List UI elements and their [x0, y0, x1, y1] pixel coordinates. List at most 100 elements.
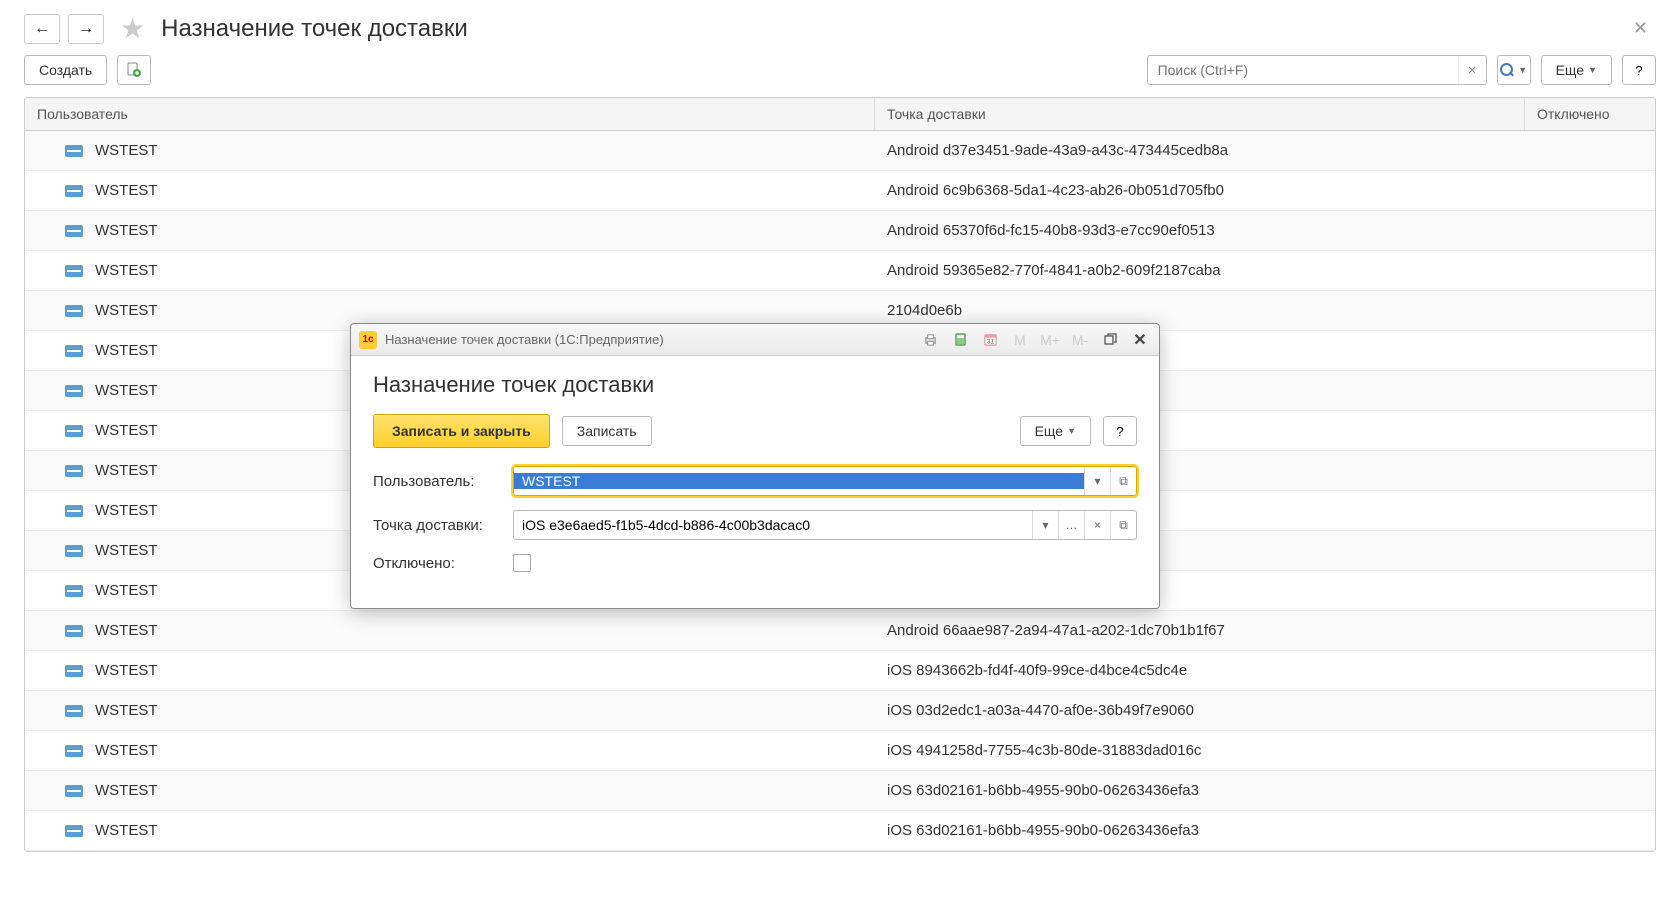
cell-point: Android 59365e82-770f-4841-a0b2-609f2187… [875, 262, 1525, 279]
user-field-label: Пользователь: [373, 473, 513, 490]
favorite-star-icon[interactable]: ★ [120, 12, 145, 45]
document-plus-icon [126, 62, 142, 78]
toolbar: Создать × ▼ Еще ▼ ? [0, 53, 1680, 97]
table-row[interactable]: WSTESTAndroid 65370f6d-fc15-40b8-93d3-e7… [25, 211, 1655, 251]
m-button[interactable]: M [1009, 329, 1031, 351]
record-icon [65, 785, 83, 797]
search-input[interactable] [1148, 62, 1458, 78]
cell-user: WSTEST [95, 542, 158, 559]
record-icon [65, 465, 83, 477]
cell-point: iOS 63d02161-b6bb-4955-90b0-06263436efa3 [875, 822, 1525, 839]
cell-user: WSTEST [95, 382, 158, 399]
chevron-down-icon: ▼ [1067, 426, 1076, 436]
record-icon [65, 305, 83, 317]
column-off[interactable]: Отключено [1525, 98, 1655, 130]
cell-user: WSTEST [95, 342, 158, 359]
cell-user: WSTEST [95, 462, 158, 479]
record-icon [65, 705, 83, 717]
table-row[interactable]: WSTESTAndroid 6c9b6368-5da1-4c23-ab26-0b… [25, 171, 1655, 211]
column-point[interactable]: Точка доставки [875, 98, 1525, 130]
disabled-checkbox[interactable] [513, 554, 531, 572]
more-button[interactable]: Еще ▼ [1541, 55, 1612, 85]
dropdown-icon[interactable]: ▾ [1084, 467, 1110, 495]
cell-user: WSTEST [95, 142, 158, 159]
m-minus-button[interactable]: M- [1069, 329, 1091, 351]
back-button[interactable]: ← [24, 14, 60, 44]
cell-point: 2104d0e6b [875, 302, 1525, 319]
open-icon[interactable]: ⧉ [1110, 511, 1136, 539]
table-row[interactable]: WSTEST iOS 03d2edc1-a03a-4470-af0e-36b49f… [25, 691, 1655, 731]
record-icon [65, 225, 83, 237]
app-1c-icon: 1c [359, 331, 377, 349]
cell-point: Android 66aae987-2a94-47a1-a202-1dc70b1b… [875, 622, 1525, 639]
search-icon [1500, 63, 1514, 77]
create-button[interactable]: Создать [24, 55, 107, 85]
point-field[interactable]: ▾ … × ⧉ [513, 510, 1137, 540]
cell-point: Android d37e3451-9ade-43a9-a43c-473445ce… [875, 142, 1525, 159]
dialog-help-button[interactable]: ? [1103, 416, 1137, 446]
record-icon [65, 825, 83, 837]
record-icon [65, 145, 83, 157]
cell-user: WSTEST [95, 262, 158, 279]
save-and-close-button[interactable]: Записать и закрыть [373, 414, 550, 448]
user-input[interactable] [514, 473, 1084, 489]
window-restore-icon[interactable] [1099, 329, 1121, 351]
search-clear-icon[interactable]: × [1458, 56, 1486, 84]
dialog-window-title: Назначение точек доставки (1С:Предприяти… [385, 332, 664, 347]
cell-user: WSTEST [95, 702, 158, 719]
user-field[interactable]: ▾ ⧉ [513, 466, 1137, 496]
cell-point: iOS 03d2edc1-a03a-4470-af0e-36b49f7e9060 [875, 702, 1525, 719]
table-row[interactable]: WSTEST iOS 4941258d-7755-4c3b-80de-31883d… [25, 731, 1655, 771]
help-button[interactable]: ? [1622, 55, 1656, 85]
table-header: Пользователь Точка доставки Отключено [25, 98, 1655, 131]
dialog-toolbar: Записать и закрыть Записать Еще ▼ ? [373, 414, 1137, 448]
table-row[interactable]: WSTEST Android d37e3451-9ade-43a9-a43c-47… [25, 131, 1655, 171]
dialog-close-icon[interactable]: ✕ [1129, 329, 1151, 351]
print-icon[interactable] [919, 329, 941, 351]
m-plus-button[interactable]: M+ [1039, 329, 1061, 351]
record-icon [65, 545, 83, 557]
table-row[interactable]: WSTEST iOS 63d02161-b6bb-4955-90b0-062634… [25, 811, 1655, 851]
record-icon [65, 425, 83, 437]
cell-point: iOS 4941258d-7755-4c3b-80de-31883dad016c [875, 742, 1525, 759]
table-row[interactable]: WSTESTiOS 8943662b-fd4f-40f9-99ce-d4bce4… [25, 651, 1655, 691]
cell-user: WSTEST [95, 742, 158, 759]
column-user[interactable]: Пользователь [25, 98, 875, 130]
record-icon [65, 385, 83, 397]
clear-icon[interactable]: × [1084, 511, 1110, 539]
ellipsis-icon[interactable]: … [1058, 511, 1084, 539]
search-field[interactable]: × [1147, 55, 1487, 85]
cell-point: Android 6c9b6368-5da1-4c23-ab26-0b051d70… [875, 182, 1525, 199]
calendar-icon[interactable]: 31 [979, 329, 1001, 351]
cell-user: WSTEST [95, 582, 158, 599]
search-dropdown-button[interactable]: ▼ [1497, 55, 1531, 85]
record-icon [65, 265, 83, 277]
chevron-down-icon: ▼ [1518, 65, 1527, 75]
copy-create-button[interactable] [117, 55, 151, 85]
calculator-icon[interactable] [949, 329, 971, 351]
table-row[interactable]: WSTEST Android 66aae987-2a94-47a1-a202-1d… [25, 611, 1655, 651]
dialog-heading: Назначение точек доставки [373, 372, 1137, 398]
cell-user: WSTEST [95, 622, 158, 639]
dialog-titlebar[interactable]: 1c Назначение точек доставки (1С:Предпри… [351, 324, 1159, 356]
dialog-more-button[interactable]: Еще ▼ [1020, 416, 1091, 446]
save-button[interactable]: Записать [562, 416, 652, 446]
page-title: Назначение точек доставки [161, 15, 468, 43]
dropdown-icon[interactable]: ▾ [1032, 511, 1058, 539]
record-icon [65, 625, 83, 637]
record-icon [65, 745, 83, 757]
cell-user: WSTEST [95, 302, 158, 319]
table-row[interactable]: WSTESTiOS 63d02161-b6bb-4955-90b0-062634… [25, 771, 1655, 811]
close-icon[interactable]: ✕ [1625, 14, 1656, 43]
cell-user: WSTEST [95, 782, 158, 799]
cell-point: Android 65370f6d-fc15-40b8-93d3-e7cc90ef… [875, 222, 1525, 239]
forward-button[interactable]: → [68, 14, 104, 44]
open-icon[interactable]: ⧉ [1110, 467, 1136, 495]
point-field-label: Точка доставки: [373, 517, 513, 534]
point-input[interactable] [514, 517, 1032, 533]
svg-text:31: 31 [986, 338, 994, 345]
cell-user: WSTEST [95, 822, 158, 839]
off-field-label: Отключено: [373, 555, 513, 572]
table-row[interactable]: WSTEST Android 59365e82-770f-4841-a0b2-60… [25, 251, 1655, 291]
record-icon [65, 185, 83, 197]
